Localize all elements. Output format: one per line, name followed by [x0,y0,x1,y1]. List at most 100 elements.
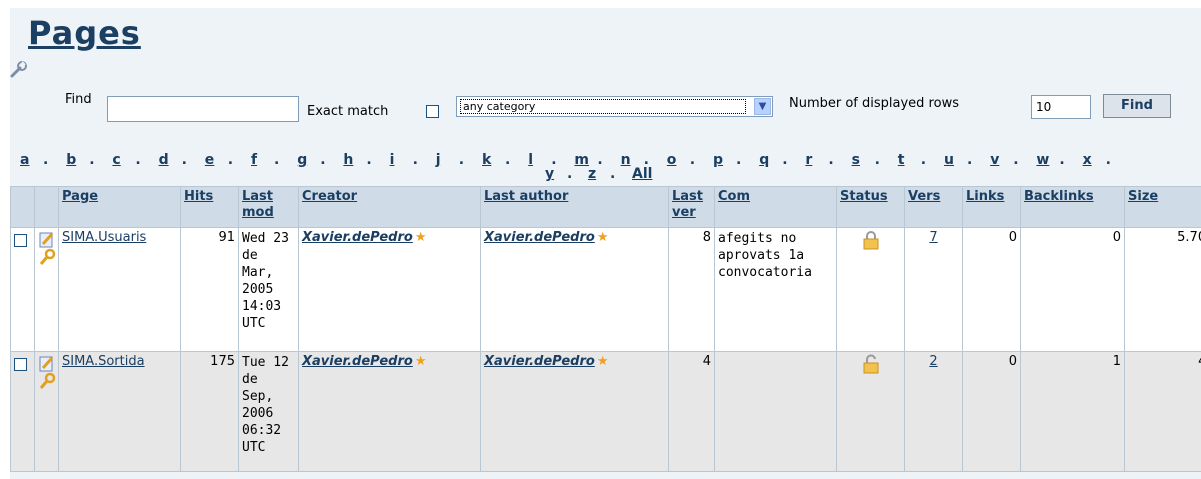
lock-icon[interactable] [861,230,881,250]
row-status-cell [836,351,905,472]
creator-link[interactable]: Xavier.dePedro [302,230,413,245]
letter-separator: . [567,166,573,182]
find-button[interactable]: Find [1103,94,1171,118]
letter-link-e[interactable]: e [205,152,215,168]
letter-link-o[interactable]: o [667,152,677,168]
unlock-icon[interactable] [861,354,881,374]
header-links[interactable]: Links [962,186,1021,228]
header-creator[interactable]: Creator [298,186,481,228]
letter-link-l[interactable]: l [528,152,533,168]
letter-link-x[interactable]: x [1083,152,1092,168]
row-creator-cell: Xavier.dePedro ★ [298,227,481,352]
header-last-mod[interactable]: Last mod [238,186,299,228]
row-checkbox[interactable] [14,234,27,247]
letter-link-b[interactable]: b [66,152,76,168]
letter-link-u[interactable]: u [944,152,954,168]
header-select [10,186,35,228]
pages-panel: Pages Find Exact match any category ▼ Nu… [10,8,1201,479]
letter-separator: . [458,152,465,168]
letter-link-d[interactable]: d [159,152,169,168]
edit-icon[interactable] [38,354,56,392]
pages-table: Page Hits Last mod Creator Last author L… [10,186,1201,472]
row-page-cell: SIMA.Sortida [58,351,181,472]
versions-link[interactable]: 7 [929,230,937,245]
header-backlinks[interactable]: Backlinks [1020,186,1125,228]
header-vers[interactable]: Vers [904,186,963,228]
last-author-link[interactable]: Xavier.dePedro [484,230,595,245]
letter-separator: . [610,166,616,182]
find-label: Find [65,92,92,107]
table-header-row: Page Hits Last mod Creator Last author L… [10,186,1201,228]
letter-link-c[interactable]: c [112,152,120,168]
letter-separator: . [597,152,603,168]
letter-separator: . [689,152,696,168]
letter-separator: . [320,152,326,168]
letter-link-g[interactable]: g [297,152,307,168]
edit-icon[interactable] [38,230,56,268]
row-status-cell [836,227,905,352]
header-status[interactable]: Status [836,186,905,228]
letter-link-z[interactable]: z [588,166,596,182]
letter-link-r[interactable]: r [805,152,812,168]
last-author-link[interactable]: Xavier.dePedro [484,354,595,369]
letter-separator: . [920,152,927,168]
letter-link-k[interactable]: k [482,152,491,168]
letter-link-all[interactable]: All [632,166,652,182]
letter-separator: . [181,152,187,168]
letter-link-s[interactable]: s [852,152,860,168]
page-link[interactable]: SIMA.Usuaris [62,230,146,245]
row-creator-cell: Xavier.dePedro ★ [298,351,481,472]
letter-separator: . [135,152,141,168]
rows-input[interactable] [1031,95,1091,119]
letter-separator: . [89,152,95,168]
letter-link-i[interactable]: i [390,152,395,168]
letter-link-n[interactable]: n [621,152,631,168]
letter-link-j[interactable]: j [436,152,441,168]
star-icon: ★ [596,230,609,245]
letter-separator: . [782,152,788,168]
letter-separator: . [736,152,742,168]
exact-match-checkbox[interactable] [426,105,439,118]
chevron-down-icon[interactable]: ▼ [754,98,771,115]
row-select-cell [10,227,35,352]
letter-link-f[interactable]: f [251,152,257,168]
row-vers-cell: 7 [904,227,963,352]
letter-link-p[interactable]: p [713,152,723,168]
header-last-author[interactable]: Last author [480,186,669,228]
letter-link-y[interactable]: y [545,166,554,182]
versions-link[interactable]: 2 [929,354,937,369]
letter-separator: . [366,152,372,168]
row-vers-cell: 2 [904,351,963,472]
wrench-icon[interactable] [10,60,28,78]
header-actions [34,186,59,228]
header-page[interactable]: Page [58,186,181,228]
letter-link-q[interactable]: q [759,152,769,168]
header-com[interactable]: Com [714,186,837,228]
letter-separator: . [1105,152,1111,168]
row-com [714,351,837,472]
letter-link-t[interactable]: t [898,152,905,168]
row-links: 0 [962,351,1021,472]
letter-separator: . [1013,152,1019,168]
row-last-mod: Tue 12 de Sep, 2006 06:32 UTC [238,351,299,472]
row-last-author-cell: Xavier.dePedro ★ [480,227,669,352]
creator-link[interactable]: Xavier.dePedro [302,354,413,369]
category-select[interactable]: any category ▼ [456,96,773,117]
find-input[interactable] [107,96,299,122]
letter-link-m[interactable]: m [574,152,589,168]
header-hits[interactable]: Hits [180,186,239,228]
table-row: SIMA.Usuaris 91 Wed 23 de Mar, 2005 14:0… [10,227,1201,352]
letter-link-h[interactable]: h [343,152,353,168]
row-last-mod: Wed 23 de Mar, 2005 14:03 UTC [238,227,299,352]
letter-separator: . [227,152,234,168]
page-title[interactable]: Pages [28,14,141,52]
header-last-ver[interactable]: Last ver [668,186,715,228]
header-size[interactable]: Size [1124,186,1201,228]
letter-separator: . [828,152,834,168]
row-checkbox[interactable] [14,358,27,371]
page-link[interactable]: SIMA.Sortida [62,354,145,369]
letter-link-a[interactable]: a [20,152,29,168]
row-actions-cell [34,351,59,472]
letter-link-v[interactable]: v [990,152,999,168]
letter-link-w[interactable]: w [1036,152,1049,168]
